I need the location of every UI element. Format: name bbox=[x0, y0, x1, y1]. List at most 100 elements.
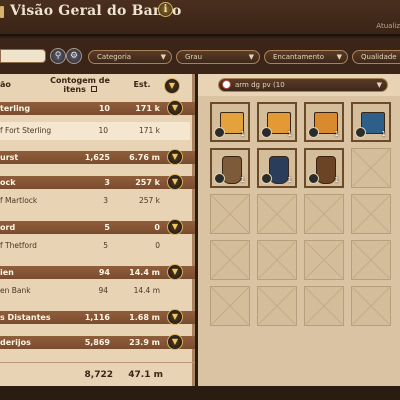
category-name: s Distantes bbox=[0, 313, 51, 322]
info-icon[interactable]: i bbox=[158, 2, 173, 17]
expand-icon[interactable]: ▼ bbox=[167, 100, 183, 116]
empty-slot[interactable] bbox=[304, 286, 344, 326]
category-name: urst bbox=[0, 153, 19, 162]
category-dropdown[interactable]: Categoria ▼ bbox=[88, 50, 172, 64]
location-category-row[interactable]: terling 10 171 k ▼ bbox=[0, 100, 195, 116]
expand-icon[interactable]: ▼ bbox=[167, 149, 183, 165]
tier-dropdown[interactable]: Grau ▼ bbox=[176, 50, 260, 64]
bag-selector-label: arm dg pv (10 bbox=[235, 81, 285, 89]
bank-row[interactable]: f Martlock 3 257 k bbox=[0, 192, 190, 210]
quality-dropdown[interactable]: Qualidade bbox=[352, 50, 400, 64]
item-quantity: 1 bbox=[334, 130, 339, 138]
item-slot-tome[interactable]: 1 bbox=[304, 102, 344, 142]
title-accent bbox=[0, 6, 4, 18]
enchantment-dropdown[interactable]: Encantamento ▼ bbox=[264, 50, 348, 64]
expand-icon[interactable]: ▼ bbox=[167, 264, 183, 280]
item-slot-tome[interactable]: 1 bbox=[257, 102, 297, 142]
location-category-row[interactable]: derijos 5,869 23.9 m ▼ bbox=[0, 334, 195, 350]
empty-slot[interactable] bbox=[210, 240, 250, 280]
bank-name: f Fort Sterling bbox=[0, 126, 52, 135]
location-category-row[interactable]: ien 94 14.4 m ▼ bbox=[0, 264, 195, 280]
chevron-down-icon: ▼ bbox=[376, 81, 382, 89]
location-category-row[interactable]: ock 3 257 k ▼ bbox=[0, 174, 195, 190]
sort-checkbox[interactable] bbox=[90, 86, 97, 92]
armor-icon bbox=[316, 156, 336, 184]
location-category-row[interactable]: ord 5 0 ▼ bbox=[0, 219, 195, 235]
expand-icon[interactable]: ▼ bbox=[167, 309, 183, 325]
item-quantity: 1 bbox=[240, 176, 245, 184]
tier-dropdown-label: Grau bbox=[185, 53, 203, 61]
category-name: ord bbox=[0, 223, 16, 232]
bank-estimate: 257 k bbox=[138, 196, 160, 205]
quality-dropdown-label: Qualidade bbox=[361, 53, 397, 61]
estimate-header[interactable]: Est. bbox=[128, 74, 156, 96]
item-quantity: 1 bbox=[287, 176, 292, 184]
totals-row: 8,722 47.1 m bbox=[0, 362, 195, 386]
bank-row[interactable]: en Bank 94 14.4 m bbox=[0, 282, 190, 300]
location-category-row[interactable]: urst 1,625 6.76 m ▼ bbox=[0, 149, 195, 165]
search-input[interactable] bbox=[0, 49, 46, 63]
item-quantity: 1 bbox=[240, 130, 245, 138]
location-header[interactable]: ão bbox=[0, 74, 20, 96]
bank-estimate: 0 bbox=[155, 241, 160, 250]
empty-slot[interactable] bbox=[351, 194, 391, 234]
empty-slot[interactable] bbox=[210, 194, 250, 234]
window-subtitle: Atualiz bbox=[376, 22, 400, 30]
bank-count: 10 bbox=[98, 126, 108, 135]
empty-slot[interactable] bbox=[351, 286, 391, 326]
search-icon[interactable]: ⚲ bbox=[50, 48, 66, 64]
bag-selector[interactable]: arm dg pv (10 ▼ bbox=[218, 78, 388, 92]
category-dropdown-label: Categoria bbox=[97, 53, 132, 61]
tier-badge bbox=[308, 127, 319, 138]
armor-icon bbox=[222, 156, 242, 184]
empty-slot[interactable] bbox=[257, 240, 297, 280]
item-count-header-label: Contogem de itens bbox=[50, 76, 110, 94]
tier-badge bbox=[214, 127, 225, 138]
empty-slot[interactable] bbox=[351, 240, 391, 280]
bank-count: 94 bbox=[98, 286, 108, 295]
item-slot-armor[interactable]: 1 bbox=[257, 148, 297, 188]
category-name: terling bbox=[0, 104, 31, 113]
item-quantity: 1 bbox=[381, 130, 386, 138]
item-slot-armor[interactable]: 1 bbox=[304, 148, 344, 188]
armor-icon bbox=[269, 156, 289, 184]
total-estimate: 47.1 m bbox=[128, 370, 163, 380]
bank-name: f Thetford bbox=[0, 241, 37, 250]
category-estimate: 1.68 m bbox=[129, 313, 160, 322]
contents-header: arm dg pv (10 ▼ bbox=[198, 74, 400, 96]
empty-slot[interactable] bbox=[351, 148, 391, 188]
chevron-down-icon: ▼ bbox=[248, 53, 254, 61]
bank-estimate: 171 k bbox=[138, 126, 160, 135]
bank-row[interactable]: f Fort Sterling 10 171 k bbox=[0, 122, 190, 140]
bank-name: en Bank bbox=[0, 286, 31, 295]
empty-slot[interactable] bbox=[210, 286, 250, 326]
window-bottom-border bbox=[0, 386, 400, 400]
title-bar: Visão Geral do Banco i Atualiz bbox=[0, 0, 400, 36]
bank-row[interactable]: f Thetford 5 0 bbox=[0, 237, 190, 255]
location-category-row[interactable]: s Distantes 1,116 1.68 m ▼ bbox=[0, 309, 195, 325]
item-slot-armor[interactable]: 1 bbox=[210, 148, 250, 188]
category-count: 3 bbox=[104, 178, 110, 187]
settings-icon[interactable]: ⚙ bbox=[66, 48, 82, 64]
empty-slot[interactable] bbox=[304, 240, 344, 280]
item-slot-tome[interactable]: 1 bbox=[351, 102, 391, 142]
expand-icon[interactable]: ▼ bbox=[167, 219, 183, 235]
category-estimate: 23.9 m bbox=[129, 338, 160, 347]
sort-icon[interactable]: ▼ bbox=[164, 78, 180, 94]
expand-icon[interactable]: ▼ bbox=[167, 174, 183, 190]
bank-count: 3 bbox=[103, 196, 108, 205]
chevron-down-icon: ▼ bbox=[336, 53, 342, 61]
empty-slot[interactable] bbox=[257, 286, 297, 326]
category-estimate: 6.76 m bbox=[129, 153, 160, 162]
expand-icon[interactable]: ▼ bbox=[167, 334, 183, 350]
filter-bar: ⚲ ⚙ Categoria ▼ Grau ▼ Encantamento ▼ Qu… bbox=[0, 38, 400, 74]
item-count-header[interactable]: Contogem de itens bbox=[48, 74, 112, 96]
item-slot-tome[interactable]: 1 bbox=[210, 102, 250, 142]
category-count: 5 bbox=[104, 223, 110, 232]
empty-slot[interactable] bbox=[257, 194, 297, 234]
total-count: 8,722 bbox=[84, 370, 113, 380]
bank-name: f Martlock bbox=[0, 196, 38, 205]
enchantment-dropdown-label: Encantamento bbox=[273, 53, 325, 61]
window-title: Visão Geral do Banco bbox=[10, 3, 182, 19]
empty-slot[interactable] bbox=[304, 194, 344, 234]
